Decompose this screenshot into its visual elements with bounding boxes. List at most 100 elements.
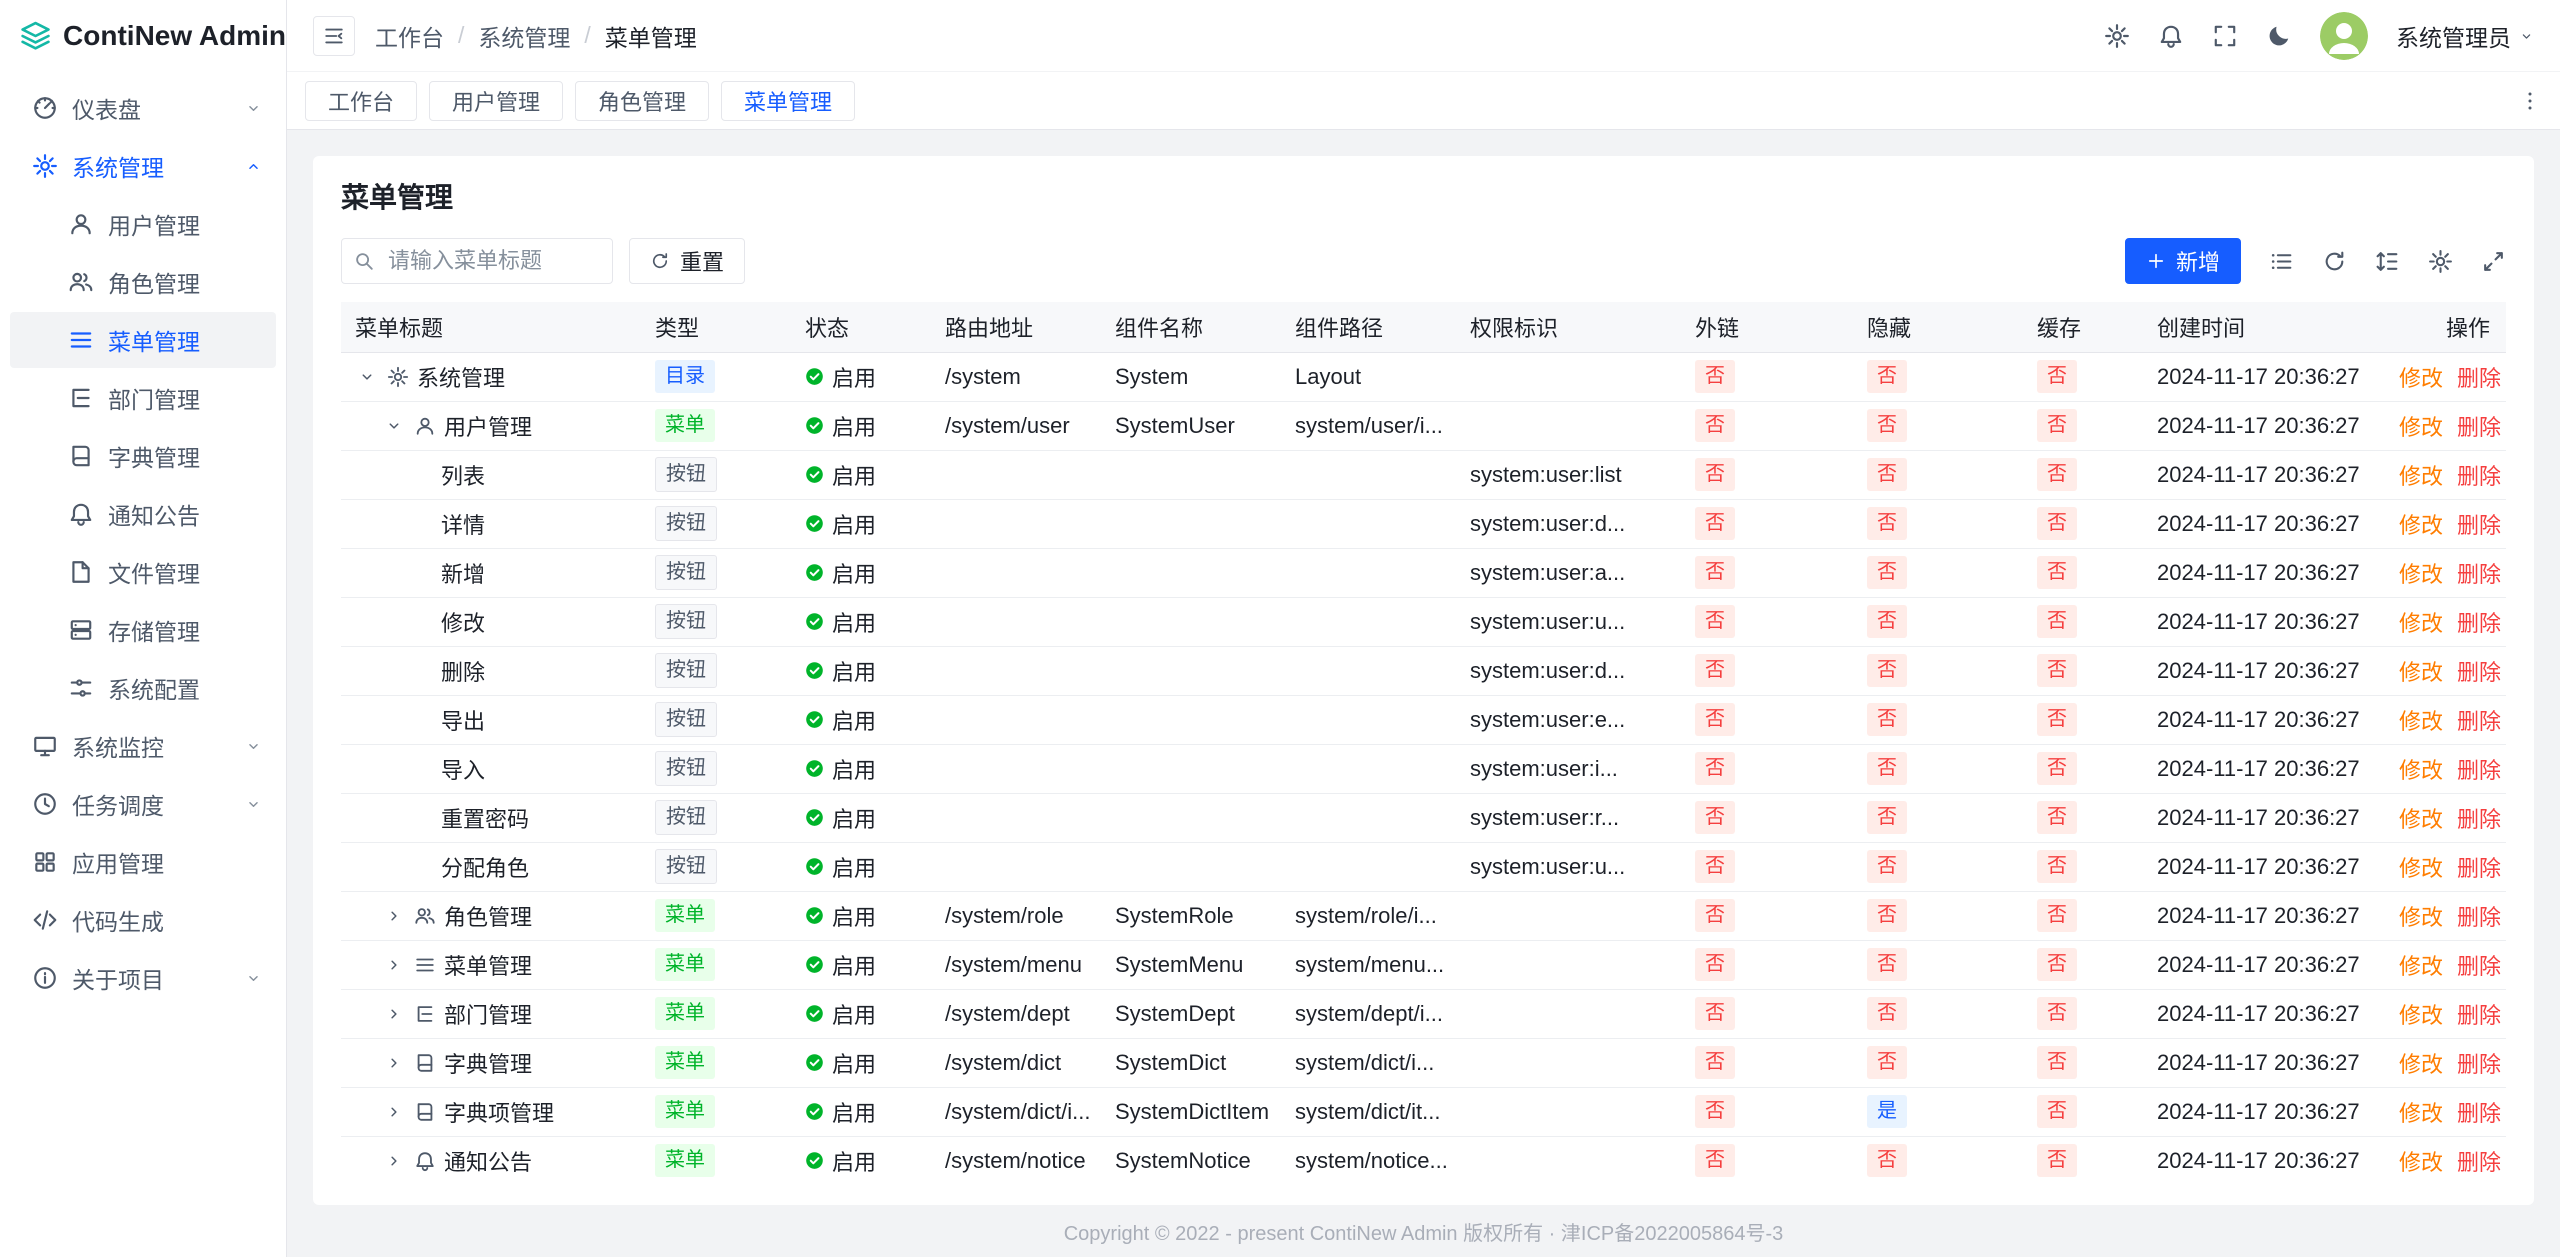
type-cell: 按钮 [641,793,791,842]
delete-link[interactable]: 删除 [2457,464,2501,489]
delete-link[interactable]: 删除 [2457,366,2501,391]
notifications-button[interactable] [2158,23,2184,49]
tree-toggle[interactable] [382,1002,406,1026]
tree-toggle[interactable] [355,365,379,389]
add-button[interactable]: 新增 [2125,238,2241,284]
edit-link[interactable]: 修改 [2399,709,2443,734]
breadcrumb-item[interactable]: 系统管理 [478,19,570,53]
sidebar-item-user[interactable]: 用户管理 [10,196,276,252]
delete-link[interactable]: 删除 [2457,758,2501,783]
edit-link[interactable]: 修改 [2399,1003,2443,1028]
fullscreen-button[interactable] [2212,23,2238,49]
delete-link[interactable]: 删除 [2457,905,2501,930]
delete-link[interactable]: 删除 [2457,1052,2501,1077]
delete-link[interactable]: 删除 [2457,807,2501,832]
created-cell: 2024-11-17 20:36:27 [2143,744,2378,793]
delete-link[interactable]: 删除 [2457,562,2501,587]
edit-link[interactable]: 修改 [2399,366,2443,391]
reset-button[interactable]: 重置 [629,238,745,284]
tab-more-button[interactable] [2518,89,2542,113]
path-cell: system/role/i... [1281,891,1456,940]
chevron-down-icon [245,796,262,813]
sidebar-item-storage[interactable]: 存储管理 [10,602,276,658]
tree-toggle[interactable] [382,1100,406,1124]
component-cell [1101,499,1281,548]
edit-link[interactable]: 修改 [2399,1150,2443,1175]
delete-link[interactable]: 删除 [2457,1150,2501,1175]
component-cell: SystemNotice [1101,1136,1281,1181]
delete-link[interactable]: 删除 [2457,513,2501,538]
dark-mode-button[interactable] [2266,23,2292,49]
settings-button[interactable] [2104,23,2130,49]
edit-link[interactable]: 修改 [2399,905,2443,930]
menu-title: 详情 [441,508,485,540]
sidebar-item-system[interactable]: 系统管理 [10,138,276,194]
sidebar-item-notice[interactable]: 通知公告 [10,486,276,542]
batch-list-button[interactable] [2269,249,2294,274]
sidebar-collapse-button[interactable] [313,16,355,56]
tree-toggle[interactable] [382,414,406,438]
sidebar-item-config[interactable]: 系统配置 [10,660,276,716]
table-wrap: 菜单标题类型状态路由地址组件名称组件路径权限标识外链隐藏缓存创建时间操作 系统管… [341,302,2506,1181]
external-badge: 否 [1695,1095,1735,1128]
cache-badge: 否 [2037,360,2077,393]
sidebar-item-codegen[interactable]: 代码生成 [10,892,276,948]
sidebar-item-file[interactable]: 文件管理 [10,544,276,600]
sidebar-item-monitor[interactable]: 系统监控 [10,718,276,774]
list-icon [2269,249,2294,274]
edit-link[interactable]: 修改 [2399,415,2443,440]
sidebar-item-schedule[interactable]: 任务调度 [10,776,276,832]
breadcrumb-item[interactable]: 工作台 [375,19,444,53]
sidebar-item-app[interactable]: 应用管理 [10,834,276,890]
edit-link[interactable]: 修改 [2399,856,2443,881]
cache-badge: 否 [2037,556,2077,589]
edit-link[interactable]: 修改 [2399,611,2443,636]
sidebar-item-menu[interactable]: 菜单管理 [10,312,276,368]
edit-link[interactable]: 修改 [2399,807,2443,832]
edit-link[interactable]: 修改 [2399,1101,2443,1126]
tree-toggle[interactable] [382,1051,406,1075]
delete-link[interactable]: 删除 [2457,954,2501,979]
delete-link[interactable]: 删除 [2457,415,2501,440]
sidebar-item-dept[interactable]: 部门管理 [10,370,276,426]
dict-icon [414,1052,436,1074]
delete-link[interactable]: 删除 [2457,709,2501,734]
tree-toggle[interactable] [382,953,406,977]
column-header: 类型 [641,302,791,352]
search-input[interactable] [341,238,613,284]
edit-link[interactable]: 修改 [2399,758,2443,783]
tab-menu[interactable]: 菜单管理 [721,81,855,121]
menu-title: 重置密码 [441,802,529,834]
edit-link[interactable]: 修改 [2399,464,2443,489]
delete-link[interactable]: 删除 [2457,611,2501,636]
edit-link[interactable]: 修改 [2399,1052,2443,1077]
edit-link[interactable]: 修改 [2399,954,2443,979]
delete-link[interactable]: 删除 [2457,856,2501,881]
column-settings-button[interactable] [2428,249,2453,274]
edit-link[interactable]: 修改 [2399,513,2443,538]
tab-role[interactable]: 角色管理 [575,81,709,121]
sidebar-item-dashboard[interactable]: 仪表盘 [10,80,276,136]
sidebar-item-role[interactable]: 角色管理 [10,254,276,310]
table-fullscreen-button[interactable] [2481,249,2506,274]
delete-link[interactable]: 删除 [2457,660,2501,685]
row-density-button[interactable] [2375,249,2400,274]
delete-link[interactable]: 删除 [2457,1003,2501,1028]
route-cell [931,744,1101,793]
external-badge: 否 [1695,997,1735,1030]
tab-workbench[interactable]: 工作台 [305,81,417,121]
tree-toggle[interactable] [382,904,406,928]
edit-link[interactable]: 修改 [2399,660,2443,685]
app-title: ContiNew Admin [63,20,286,52]
add-label: 新增 [2176,245,2220,277]
user-menu[interactable]: 系统管理员 [2396,19,2534,53]
sidebar-item-about[interactable]: 关于项目 [10,950,276,1006]
tree-toggle[interactable] [382,1149,406,1173]
refresh-table-button[interactable] [2322,249,2347,274]
breadcrumb-item[interactable]: 菜单管理 [605,19,697,53]
avatar[interactable] [2320,12,2368,60]
edit-link[interactable]: 修改 [2399,562,2443,587]
tab-user[interactable]: 用户管理 [429,81,563,121]
delete-link[interactable]: 删除 [2457,1101,2501,1126]
sidebar-item-dict[interactable]: 字典管理 [10,428,276,484]
